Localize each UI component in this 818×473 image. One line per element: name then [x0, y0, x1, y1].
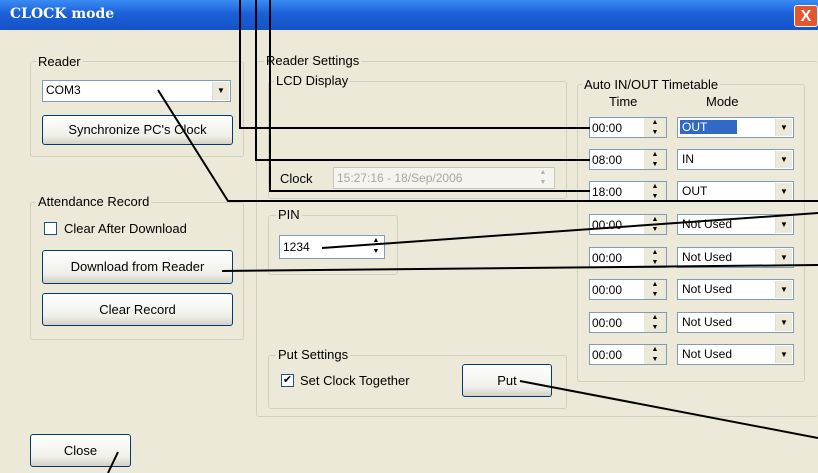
- callout-line: [519, 380, 818, 439]
- clock-mode-window: CLOCK mode X Reader COM3 ▼ Synchronize P…: [0, 0, 818, 473]
- callout-line: [239, 0, 590, 129]
- callout-line: [269, 0, 590, 192]
- callout-line: [107, 451, 119, 473]
- callout-line: [255, 0, 590, 161]
- callout-line: [221, 264, 818, 272]
- callout-lines: [107, 0, 818, 473]
- callout-line: [321, 212, 818, 249]
